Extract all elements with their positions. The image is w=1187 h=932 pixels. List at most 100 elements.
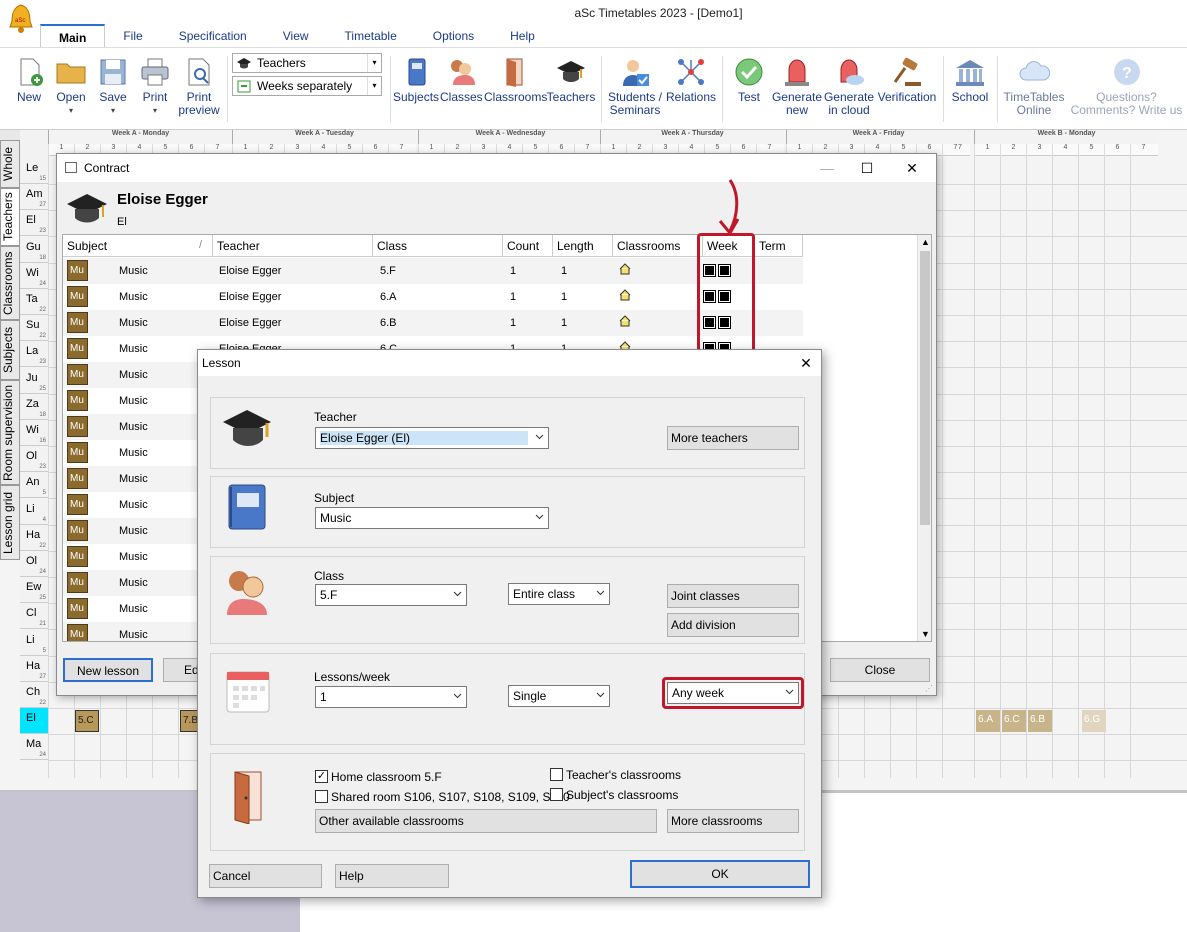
teacher-row-label[interactable]: Gu 18	[20, 236, 48, 263]
group-select[interactable]: Entire class	[508, 583, 610, 605]
print-preview-button[interactable]: Print preview	[176, 56, 222, 117]
scrollbar-thumb[interactable]	[920, 251, 930, 525]
chevron-down-icon: ▾	[110, 106, 115, 115]
app-bell-logo-icon[interactable]: aSc	[8, 3, 33, 33]
teacher-row-label[interactable]: An 5	[20, 472, 48, 499]
test-button[interactable]: Test	[730, 56, 768, 104]
teacher-row-label[interactable]: Ha 27	[20, 655, 48, 682]
resize-grip-icon[interactable]: ⋰	[925, 684, 933, 693]
lesson-length-select[interactable]: Single	[508, 685, 610, 707]
teacher-row-label[interactable]: Am 27	[20, 184, 48, 211]
lesson-card[interactable]: 5.C	[75, 710, 99, 733]
teacher-row-label[interactable]: Ol 24	[20, 551, 48, 577]
school-button[interactable]: School	[948, 56, 992, 104]
close-icon[interactable]: ✕	[791, 353, 821, 373]
teachers-classrooms-checkbox[interactable]	[550, 768, 563, 781]
lessons-week-value: 1	[320, 690, 327, 704]
col-count[interactable]: Count	[503, 235, 553, 257]
print-button[interactable]: Print ▾	[136, 56, 174, 117]
teacher-row-label[interactable]: Cl 21	[20, 603, 48, 630]
timetables-online-button[interactable]: TimeTables Online	[1003, 56, 1065, 117]
menu-tab-specification[interactable]: Specification	[161, 24, 265, 48]
students-seminars-button[interactable]: Students / Seminars	[606, 56, 664, 117]
close-icon[interactable]: ✕	[897, 158, 927, 178]
shared-room-checkbox[interactable]	[315, 790, 328, 803]
menu-tab-options[interactable]: Options	[415, 24, 492, 48]
more-classrooms-button[interactable]: More classrooms	[667, 809, 799, 833]
teacher-row-label[interactable]: Su 22	[20, 315, 48, 342]
cancel-button[interactable]: Cancel	[209, 864, 322, 888]
teacher-row-label[interactable]: Wi 24	[20, 262, 48, 289]
lesson-card[interactable]: 6.A	[976, 710, 1000, 733]
other-classrooms-button[interactable]: Other available classrooms	[315, 809, 657, 833]
menu-tab-main[interactable]: Main	[40, 24, 106, 48]
subject-select[interactable]: Music	[315, 507, 549, 529]
generate-in-cloud-button[interactable]: Generate in cloud	[822, 56, 876, 117]
menu-tab-timetable[interactable]: Timetable	[327, 24, 415, 48]
help-button[interactable]: Help	[335, 864, 449, 888]
side-tab-classrooms[interactable]: Classrooms	[0, 246, 20, 320]
teacher-row-label[interactable]: Ju 25	[20, 367, 48, 394]
teacher-row-label[interactable]: El 23	[20, 210, 48, 237]
verification-button[interactable]: Verification	[876, 56, 938, 104]
teacher-row-label[interactable]: Li 5	[20, 629, 48, 656]
teacher-row-label[interactable]: Ma 24	[20, 734, 48, 761]
col-class[interactable]: Class	[373, 235, 503, 257]
classes-button[interactable]: Classes	[440, 56, 483, 104]
col-subject[interactable]: Subject	[63, 235, 213, 257]
menu-tab-help[interactable]: Help	[492, 24, 553, 48]
teachers-button[interactable]: Teachers	[546, 56, 596, 104]
teacher-row-label[interactable]: Ew 25	[20, 577, 48, 604]
minimize-icon[interactable]: —	[812, 158, 842, 178]
lesson-card[interactable]: 6.C	[1002, 710, 1026, 733]
menu-tab-file[interactable]: File	[105, 24, 160, 48]
subjects-classrooms-checkbox[interactable]	[550, 788, 563, 801]
teacher-row-label[interactable]: Li 4	[20, 498, 48, 525]
cell-subject: Music	[119, 629, 148, 641]
chevron-up-icon[interactable]: ▲	[921, 237, 930, 247]
classrooms-button[interactable]: Classrooms	[484, 56, 547, 104]
lesson-card[interactable]: 6.B	[1028, 710, 1052, 733]
teacher-row-label[interactable]: La 23	[20, 341, 48, 368]
view-select[interactable]: Teachers ▾	[232, 53, 382, 73]
subjects-button[interactable]: Subjects	[393, 56, 439, 104]
side-tab-room-supervision[interactable]: Room supervision	[0, 380, 20, 485]
teacher-select[interactable]: Eloise Egger (El)	[315, 427, 549, 449]
teacher-row-label[interactable]: Za 18	[20, 393, 48, 420]
chevron-down-icon[interactable]: ▼	[921, 629, 930, 639]
side-tab-subjects[interactable]: Subjects	[0, 320, 20, 380]
teacher-row-label[interactable]: Ta 22	[20, 289, 48, 315]
joint-classes-button[interactable]: Joint classes	[667, 584, 799, 608]
home-classroom-checkbox[interactable]: ✓	[315, 770, 328, 783]
close-button[interactable]: Close	[830, 658, 930, 682]
save-button[interactable]: Save ▾	[94, 56, 132, 117]
menu-tab-view[interactable]: View	[265, 24, 327, 48]
open-button[interactable]: Open ▾	[52, 56, 90, 117]
teacher-row-label[interactable]: El	[20, 708, 48, 735]
generate-new-button[interactable]: Generate new	[770, 56, 824, 117]
weeks-select[interactable]: Weeks separately ▾	[232, 76, 382, 96]
teacher-row-label[interactable]: Ol 23	[20, 446, 48, 473]
col-length[interactable]: Length	[553, 235, 613, 257]
week-select-annotation	[662, 677, 804, 709]
teacher-row-label[interactable]: Ch 22	[20, 682, 48, 708]
side-tab-teachers[interactable]: Teachers	[0, 188, 20, 246]
teacher-row-label[interactable]: Wi 16	[20, 420, 48, 446]
side-tab-whole[interactable]: Whole	[0, 140, 20, 188]
more-teachers-button[interactable]: More teachers	[667, 426, 799, 450]
questions-button[interactable]: ? Questions? Comments? Write us	[1066, 56, 1187, 117]
col-teacher[interactable]: Teacher	[213, 235, 373, 257]
relations-button[interactable]: Relations	[664, 56, 718, 104]
new-button[interactable]: New	[10, 56, 48, 104]
teacher-row-label[interactable]: Ha 22	[20, 524, 48, 551]
new-lesson-button[interactable]: New lesson	[63, 658, 153, 682]
add-division-button[interactable]: Add division	[667, 613, 799, 637]
side-tab-lesson-grid[interactable]: Lesson grid	[0, 485, 20, 560]
teacher-row-label[interactable]: Le 15	[20, 158, 48, 184]
ok-button[interactable]: OK	[630, 860, 810, 888]
class-select[interactable]: 5.F	[315, 584, 467, 606]
maximize-icon[interactable]: ☐	[852, 158, 882, 178]
chevron-down-icon: ▾	[68, 106, 73, 115]
lesson-card[interactable]: 6.G	[1082, 710, 1106, 733]
lessons-week-select[interactable]: 1	[315, 686, 467, 708]
